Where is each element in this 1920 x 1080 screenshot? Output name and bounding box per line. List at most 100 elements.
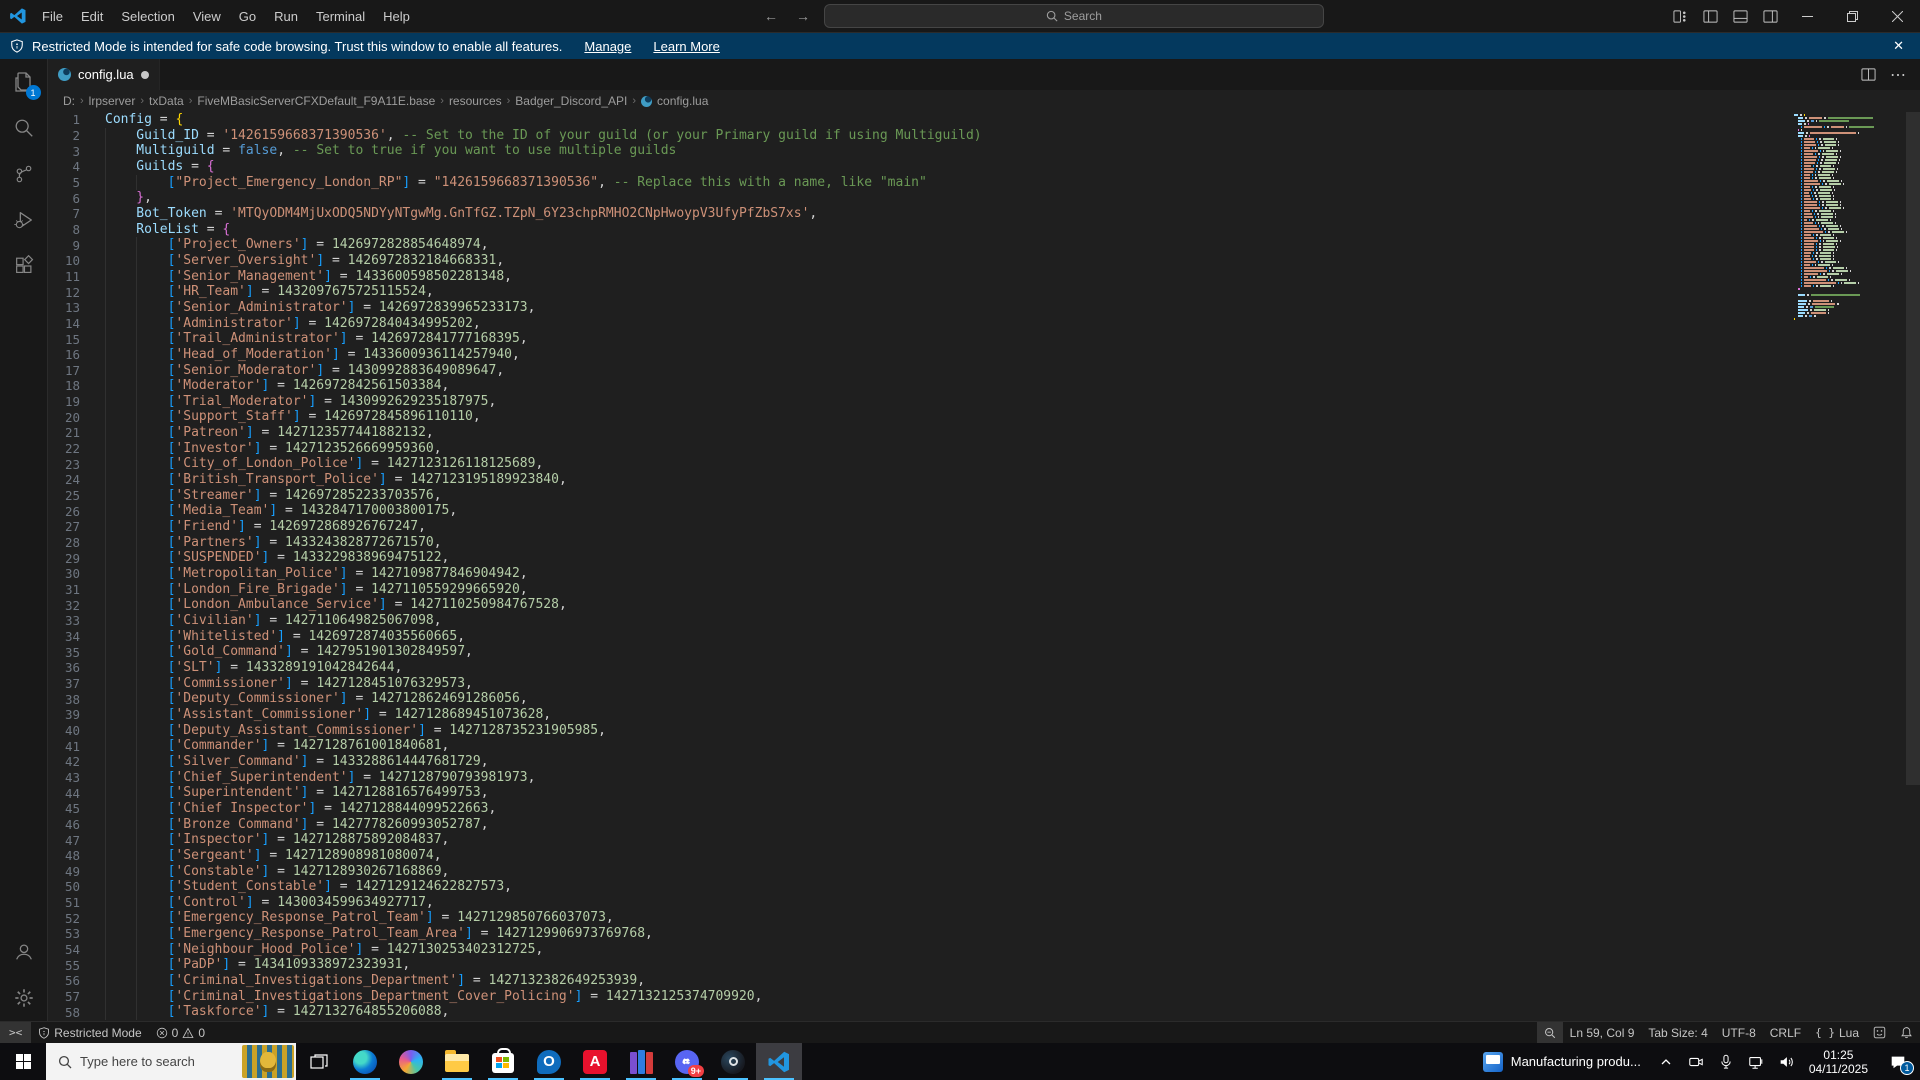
code-line[interactable]: 17 ['Senior_Moderator'] = 143099288364908… [48,362,1790,379]
code-line[interactable]: 12 ['HR_Team'] = 1432097675725115524, [48,284,1790,300]
taskbar-app-store[interactable] [480,1043,526,1080]
code-line[interactable]: 50 ['Student_Constable'] = 14271291246228… [48,879,1790,895]
code-line[interactable]: 13 ['Senior_Administrator'] = 14269728399… [48,299,1790,316]
start-button[interactable] [0,1043,46,1080]
code-line[interactable]: 37 ['Commissioner'] = 1427128451076329573… [48,675,1790,692]
code-line[interactable]: 21 ['Patreon'] = 1427123577441882132, [48,425,1790,441]
code-line[interactable]: 58 ['Taskforce'] = 1427132764855206088, [48,1004,1790,1021]
close-button[interactable] [1875,0,1920,32]
menu-terminal[interactable]: Terminal [307,0,374,32]
taskbar-app-winrar[interactable] [618,1043,664,1080]
problems-status[interactable]: 0 0 [149,1022,212,1043]
code-line[interactable]: 3 Multiguild = false, -- Set to true if y… [48,143,1790,159]
code-line[interactable]: 4 Guilds = { [48,158,1790,175]
code-line[interactable]: 32 ['London_Ambulance_Service'] = 1427110… [48,597,1790,613]
code-line[interactable]: 41 ['Commander'] = 1427128761001840681, [48,738,1790,754]
command-search-box[interactable]: Search [823,4,1324,28]
accounts-icon[interactable] [0,929,48,975]
minimize-button[interactable] [1785,0,1830,32]
toggle-sidebar-icon[interactable] [1695,0,1725,32]
breadcrumb-item[interactable]: lrpserver [89,94,136,108]
code-line[interactable]: 35 ['Gold_Command'] = 1427951901302849597… [48,644,1790,660]
cursor-position-status[interactable]: Ln 59, Col 9 [1563,1022,1642,1043]
taskbar-app-copilot[interactable] [388,1043,434,1080]
minimap[interactable] [1794,114,1906,321]
breadcrumb-item[interactable]: config.lua [641,94,708,108]
sidebar-item-extensions[interactable] [0,243,48,289]
menu-view[interactable]: View [184,0,230,32]
learn-more-link[interactable]: Learn More [653,39,719,54]
breadcrumb-item[interactable]: resources [449,94,502,108]
more-actions-icon[interactable]: ⋯ [1890,65,1906,85]
breadcrumb-item[interactable]: Badger_Discord_API [515,94,627,108]
toggle-secondary-sidebar-icon[interactable] [1755,0,1785,32]
code-line[interactable]: 19 ['Trial_Moderator'] = 1430992629235187… [48,393,1790,410]
code-line[interactable]: 42 ['Silver_Command'] = 14332886144476817… [48,753,1790,770]
menu-run[interactable]: Run [265,0,307,32]
code-line[interactable]: 10 ['Server_Oversight'] = 142697283218466… [48,252,1790,269]
encoding-status[interactable]: UTF-8 [1715,1022,1763,1043]
code-line[interactable]: 1 Config = { [48,112,1790,128]
code-line[interactable]: 55 ['PaDP'] = 1434109338972323931, [48,957,1790,974]
code-line[interactable]: 51 ['Control'] = 1430034599634927717, [48,894,1790,911]
code-line[interactable]: 20 ['Support_Staff'] = 142697284589611011… [48,409,1790,426]
code-line[interactable]: 56 ['Criminal_Investigations_Department']… [48,973,1790,989]
code-line[interactable]: 18 ['Moderator'] = 1426972842561503384, [48,378,1790,394]
taskbar-app-discord[interactable]: 9+ [664,1043,710,1080]
settings-gear-icon[interactable] [0,975,48,1021]
menu-selection[interactable]: Selection [112,0,183,32]
language-mode-status[interactable]: { } Lua [1808,1022,1866,1043]
zoom-status-icon[interactable] [1536,1022,1563,1043]
code-line[interactable]: 7 Bot_Token = 'MTQyODM4MjUxODQ5NDYyNTgwMg… [48,205,1790,222]
code-line[interactable]: 11 ['Senior_Management'] = 14336005985022… [48,268,1790,285]
nav-forward-icon[interactable]: → [792,8,814,24]
sidebar-item-run-debug[interactable] [0,197,48,243]
code-line[interactable]: 23 ['City_of_London_Police'] = 1427123126… [48,456,1790,473]
code-line[interactable]: 14 ['Administrator'] = 142697284043499520… [48,315,1790,332]
menu-help[interactable]: Help [374,0,419,32]
code-line[interactable]: 6}, [48,190,1790,206]
meet-now-icon[interactable] [1681,1043,1711,1080]
manage-link[interactable]: Manage [584,39,631,54]
taskbar-app-red-a[interactable]: A [572,1043,618,1080]
news-widget[interactable]: Manufacturing produ... [1473,1051,1651,1072]
code-line[interactable]: 16 ['Head_of_Moderation'] = 1433600936114… [48,346,1790,363]
code-line[interactable]: 43 ['Chief_Superintendent'] = 14271287907… [48,769,1790,786]
task-view-button[interactable] [296,1043,342,1080]
code-line[interactable]: 30 ['Metropolitan_Police'] = 142710987784… [48,566,1790,582]
network-icon[interactable] [1741,1043,1771,1080]
breadcrumb-item[interactable]: txData [149,94,184,108]
code-line[interactable]: 26 ['Media_Team'] = 1432847170003800175, [48,503,1790,520]
nav-back-icon[interactable]: ← [760,8,782,24]
sidebar-item-source-control[interactable] [0,151,48,197]
code-line[interactable]: 47 ['Inspector'] = 1427128875892084837, [48,832,1790,848]
code-line[interactable]: 31 ['London_Fire_Brigade'] = 142711055929… [48,581,1790,598]
code-line[interactable]: 46 ['Bronze Command'] = 14277782609930527… [48,816,1790,833]
code-line[interactable]: 5 ["Project_Emergency_London_RP"] = "1426… [48,174,1790,191]
editor-scrollbar[interactable] [1906,112,1920,1021]
tab-size-status[interactable]: Tab Size: 4 [1641,1022,1714,1043]
taskbar-app-edge[interactable] [342,1043,388,1080]
code-line[interactable]: 36 ['SLT'] = 1433289191042842644, [48,659,1790,676]
code-line[interactable]: 27 ['Friend'] = 1426972868926767247, [48,519,1790,535]
code-line[interactable]: 24 ['British_Transport_Police'] = 1427123… [48,472,1790,488]
code-line[interactable]: 8 RoleList = { [48,221,1790,238]
code-line[interactable]: 40 ['Deputy_Assistant_Commissioner'] = 14… [48,722,1790,739]
code-line[interactable]: 57 ['Criminal_Investigations_Department_C… [48,988,1790,1005]
code-line[interactable]: 44 ['Superintendent'] = 14271288165764997… [48,785,1790,801]
breadcrumb-item[interactable]: D: [63,94,75,108]
search-highlight-image[interactable] [242,1045,294,1078]
code-line[interactable]: 29 ['SUSPENDED'] = 1433229838969475122, [48,550,1790,567]
eol-status[interactable]: CRLF [1763,1022,1808,1043]
taskbar-app-outlook[interactable]: O [526,1043,572,1080]
notification-center-button[interactable]: 1 [1876,1043,1920,1080]
code-line[interactable]: 22 ['Investor'] = 1427123526669959360, [48,440,1790,457]
code-line[interactable]: 53 ['Emergency_Response_Patrol_Team_Area'… [48,926,1790,942]
tab-config-lua[interactable]: config.lua [48,59,160,90]
tray-clock[interactable]: 01:25 04/11/2025 [1801,1048,1876,1076]
code-line[interactable]: 9 ['Project_Owners'] = 142697282885464897… [48,237,1790,253]
code-line[interactable]: 48 ['Sergeant'] = 1427128908981080074, [48,847,1790,864]
remote-indicator[interactable]: >< [0,1022,32,1043]
customize-layout-icon[interactable] [1665,0,1695,32]
code-line[interactable]: 49 ['Constable'] = 1427128930267168869, [48,863,1790,880]
